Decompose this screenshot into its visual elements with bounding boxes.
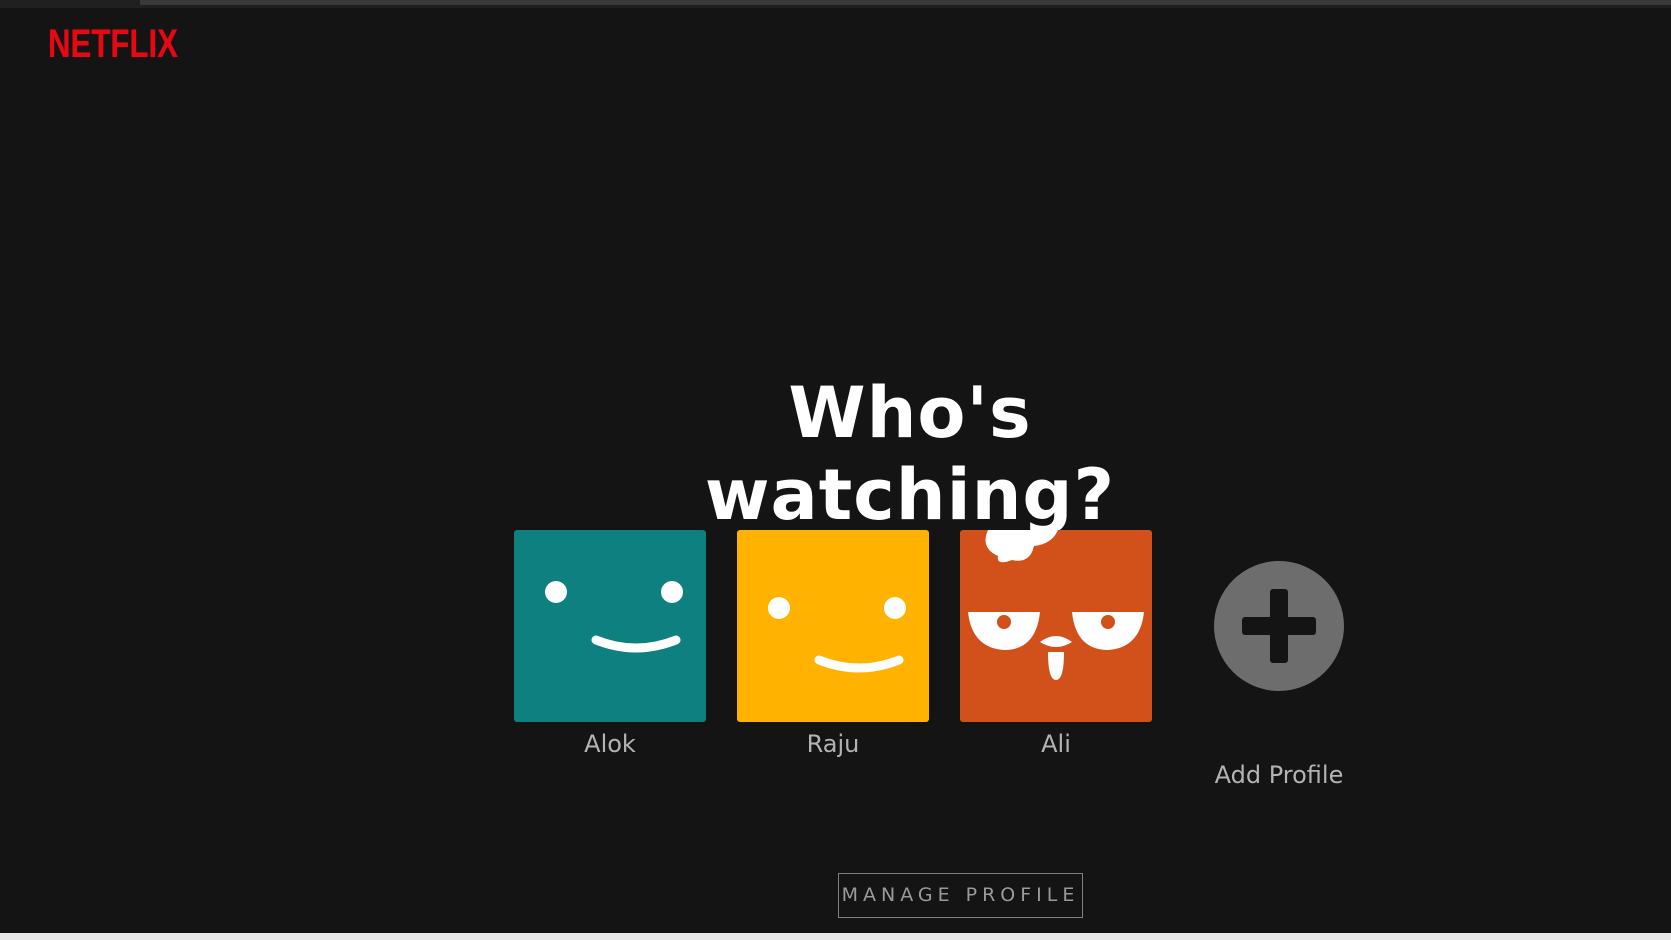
profile-avatar[interactable] (514, 530, 706, 722)
add-profile-card[interactable]: Add Profile (1183, 530, 1375, 789)
browser-top-bar (0, 0, 1671, 8)
profile-name[interactable]: Raju (737, 730, 929, 758)
page-title: Who's watching? (704, 372, 1116, 536)
profile-card-ali[interactable]: Ali (960, 530, 1152, 758)
chicken-face-icon (968, 530, 1144, 680)
profile-avatar[interactable] (960, 530, 1152, 722)
browser-top-bar-fill (140, 0, 1671, 5)
netflix-logo[interactable]: NETFLIX (48, 22, 178, 67)
profile-avatar[interactable] (737, 530, 929, 722)
plus-icon (1242, 589, 1316, 663)
add-profile-avatar[interactable] (1183, 561, 1375, 753)
profile-name[interactable]: Ali (960, 730, 1152, 758)
smiley-face-icon (768, 597, 906, 673)
profile-name[interactable]: Alok (514, 730, 706, 758)
manage-profiles-button[interactable]: MANAGE PROFILE (838, 873, 1083, 918)
browser-bottom-bar (0, 933, 1671, 940)
profile-card-alok[interactable]: Alok (514, 530, 706, 758)
smiley-face-icon (545, 581, 683, 653)
add-profile-circle[interactable] (1214, 561, 1344, 691)
profile-card-raju[interactable]: Raju (737, 530, 929, 758)
add-profile-label[interactable]: Add Profile (1183, 761, 1375, 789)
